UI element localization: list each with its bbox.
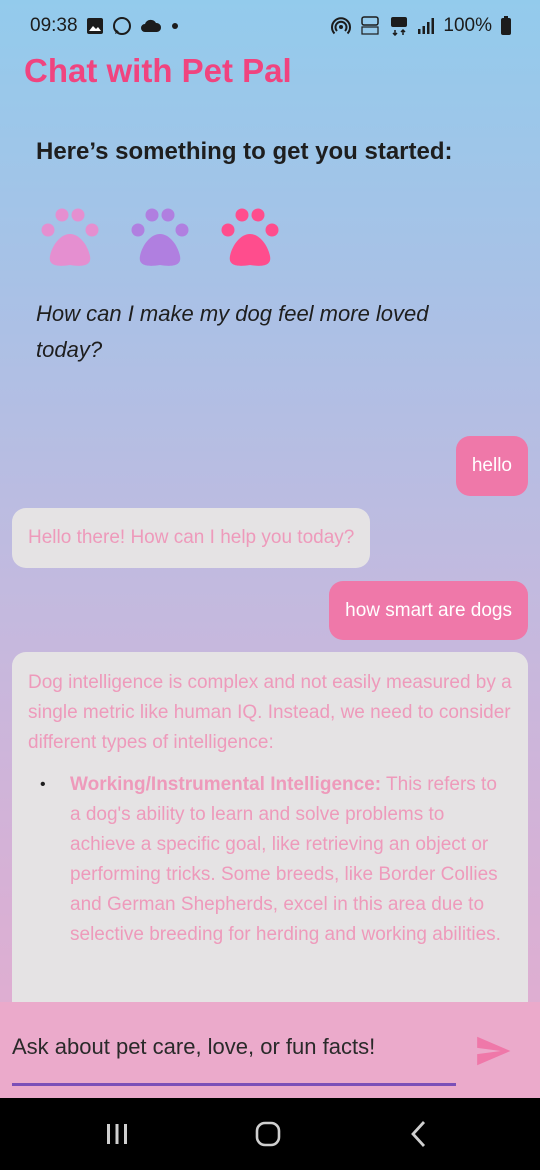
user-message: hello — [455, 436, 528, 496]
paw-icon-pink — [41, 208, 99, 266]
paw-icon-purple — [131, 208, 189, 266]
paw-icon-red — [221, 208, 279, 266]
system-nav-bar — [0, 1098, 540, 1170]
hotspot-icon — [331, 17, 352, 35]
paw-row — [40, 204, 280, 268]
status-time: 09:38 — [30, 15, 78, 36]
status-right: 100% — [331, 15, 512, 37]
bot-message-intro: Dog intelligence is complex and not easi… — [28, 672, 512, 753]
bullet-marker: • — [40, 776, 46, 793]
gallery-icon — [86, 18, 103, 34]
volte-icon — [361, 16, 380, 35]
dot-icon — [171, 23, 178, 29]
battery-icon — [501, 16, 511, 35]
bullet-item: • Working/Instrumental Intelligence: Thi… — [28, 770, 512, 950]
recents-icon[interactable] — [100, 1118, 134, 1150]
user-message: how smart are dogs — [329, 581, 528, 640]
battery-percent: 100% — [443, 15, 492, 36]
status-left: 09:38 — [30, 15, 180, 37]
bullet-text: Working/Instrumental Intelligence: This … — [70, 770, 512, 950]
send-icon[interactable] — [474, 1032, 512, 1070]
input-bar: Ask about pet care, love, or fun facts! — [0, 1002, 540, 1098]
starter-question[interactable]: How can I make my dog feel more loved to… — [36, 296, 486, 368]
page-title: Chat with Pet Pal — [24, 52, 292, 89]
whatsapp-icon — [112, 17, 131, 35]
message-input[interactable]: Ask about pet care, love, or fun facts! — [12, 1020, 456, 1086]
cloud-icon — [140, 19, 161, 32]
bot-message: Hello there! How can I help you today? — [12, 508, 371, 568]
bullet-body: This refers to a dog's ability to learn … — [70, 774, 501, 945]
5g-icon — [391, 17, 408, 36]
starter-heading: Here’s something to get you started: — [36, 138, 453, 165]
status-bar: 09:38 100% — [0, 0, 540, 52]
home-icon[interactable] — [251, 1118, 285, 1150]
signal-icon — [418, 18, 435, 34]
back-icon[interactable] — [403, 1118, 437, 1150]
bullet-title: Working/Instrumental Intelligence: — [70, 774, 382, 795]
